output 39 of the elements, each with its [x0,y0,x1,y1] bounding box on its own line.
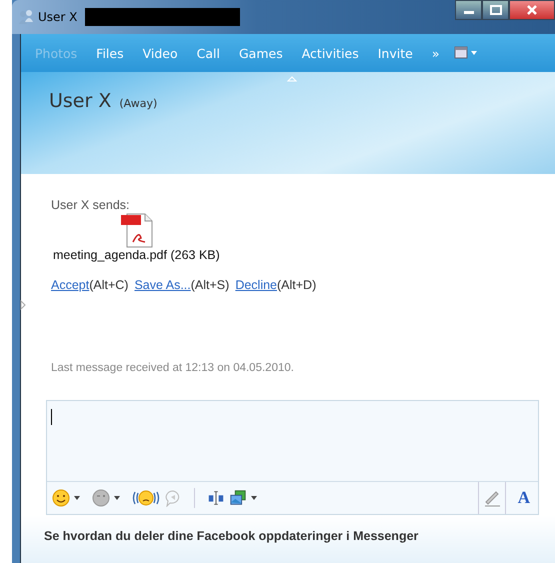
action-link[interactable]: Decline [235,278,277,292]
nav-item[interactable]: Invite [378,46,413,60]
more-button[interactable]: » [432,46,440,60]
voice-clip-icon[interactable] [164,489,182,507]
expand-arrow-icon[interactable] [20,300,26,310]
spell-check-icon[interactable] [207,489,225,507]
sender-text: User X sends: [51,198,131,212]
dropdown-icon[interactable] [74,496,80,500]
contact-name: User X [49,90,112,112]
dropdown-icon[interactable] [114,496,120,500]
nav-item[interactable]: Files [96,46,124,60]
last-message-text: Last message received at 12:13 on 04.05.2010. [51,362,295,374]
contact-status: (Away) [119,97,158,110]
minimize-button[interactable] [455,0,482,20]
font-button[interactable]: A [510,488,538,508]
close-icon [526,5,538,15]
picture-icon[interactable] [229,489,247,507]
nav-item[interactable]: Video [142,46,178,60]
window-menu-icon[interactable] [454,46,478,60]
window-title: User X [38,10,78,24]
pdf-file-icon [119,212,155,248]
nudge-icon[interactable] [132,489,160,507]
shortcut-text: (Alt+D) [277,278,316,292]
shortcut-text: (Alt+C) [89,278,128,292]
action-link[interactable]: Accept [51,278,90,292]
handwriting-button[interactable] [478,482,506,514]
close-button[interactable] [509,0,555,20]
dropdown-icon[interactable] [251,496,257,500]
smiley-icon[interactable] [52,489,70,507]
maximize-icon [490,5,502,15]
nav-item[interactable]: Activities [302,46,359,60]
nav-item[interactable]: Call [196,46,220,60]
file-name: meeting_agenda.pdf (263 KB) [53,248,221,262]
contacts-icon [18,9,34,25]
shortcut-text: (Alt+S) [190,278,230,292]
maximize-button[interactable] [482,0,509,20]
nav-item[interactable]: Games [238,46,283,60]
pen-icon [482,489,501,507]
action-link[interactable]: Save As... [134,278,191,292]
